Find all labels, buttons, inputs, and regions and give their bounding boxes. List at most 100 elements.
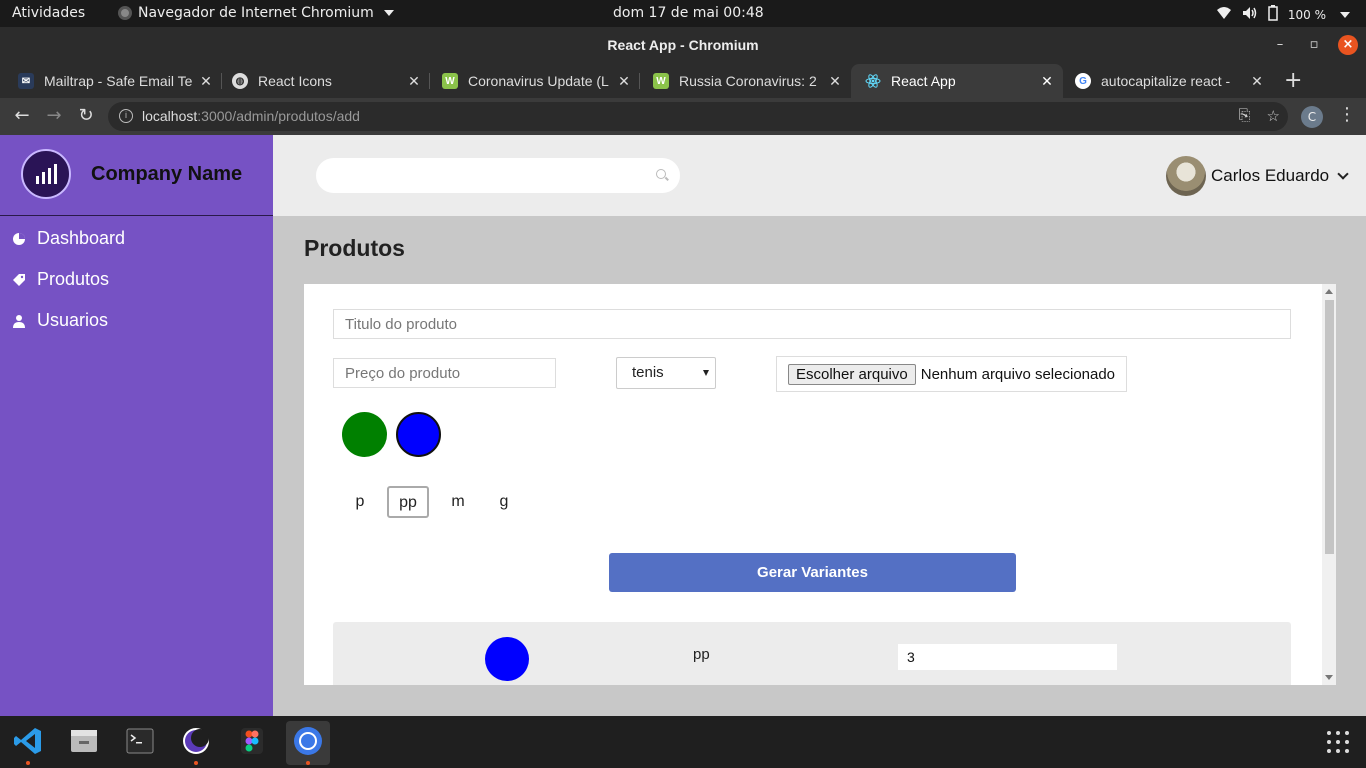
tab-label: Mailtrap - Safe Email Te	[44, 73, 193, 89]
volume-icon	[1242, 6, 1258, 23]
dock-files[interactable]	[62, 721, 106, 765]
user-icon	[12, 314, 26, 328]
size-option-pp[interactable]: pp	[387, 486, 429, 518]
system-top-bar: Atividades Navegador de Internet Chromiu…	[0, 0, 1366, 27]
file-input[interactable]: Escolher arquivo Nenhum arquivo selecion…	[776, 356, 1127, 392]
brand: Company Name	[0, 135, 273, 216]
battery-percent: 100 %	[1287, 7, 1326, 22]
close-icon[interactable]: ✕	[404, 73, 424, 90]
dock-app-purple[interactable]	[174, 721, 218, 765]
variant-color-swatch	[485, 637, 529, 681]
choose-file-button[interactable]: Escolher arquivo	[788, 363, 916, 385]
size-option-g[interactable]: g	[493, 487, 515, 519]
color-swatch-green[interactable]	[342, 412, 387, 457]
variant-row: pp 3	[333, 622, 1291, 685]
variant-size: pp	[693, 646, 710, 663]
page-title: Produtos	[304, 235, 405, 261]
close-icon[interactable]: ✕	[1037, 73, 1057, 90]
tab-label: autocapitalize react -	[1101, 73, 1231, 89]
scrollbar-thumb[interactable]	[1325, 300, 1334, 554]
size-option-m[interactable]: m	[446, 487, 470, 519]
files-icon	[69, 726, 99, 760]
category-select[interactable]: tenis	[616, 357, 716, 389]
avatar	[1166, 156, 1206, 196]
card-scrollbar[interactable]	[1322, 284, 1336, 685]
category-selected-value: tenis	[632, 364, 664, 381]
sidebar: Company Name Dashboard Produtos Usuarios	[0, 135, 273, 716]
sidebar-item-produtos[interactable]: Produtos	[0, 259, 273, 300]
tag-icon	[12, 273, 26, 287]
file-status: Nenhum arquivo selecionado	[920, 365, 1116, 383]
mailtrap-icon: ✉	[18, 73, 34, 89]
tab-label: React App	[891, 73, 956, 89]
tab-russia-coronavirus[interactable]: W Russia Coronavirus: 2 ✕	[639, 64, 851, 98]
wifi-icon	[1216, 6, 1232, 23]
globe-icon: ◍	[232, 73, 248, 89]
search-input[interactable]	[330, 158, 650, 193]
tab-mailtrap[interactable]: ✉ Mailtrap - Safe Email Te ✕	[4, 64, 222, 98]
url-text[interactable]: localhost:3000/admin/produtos/add	[142, 108, 360, 124]
vscode-icon	[13, 726, 43, 760]
worldometer-icon: W	[442, 73, 458, 89]
bookmark-star-icon[interactable]: ☆	[1267, 107, 1280, 125]
forward-button[interactable]: →	[42, 104, 66, 128]
product-title-input[interactable]	[333, 309, 1291, 339]
search-icon[interactable]	[656, 169, 666, 179]
tab-google-search[interactable]: G autocapitalize react - ✕	[1061, 64, 1273, 98]
close-icon[interactable]: ✕	[614, 73, 634, 90]
react-icon	[865, 73, 881, 89]
sidebar-item-label: Usuarios	[37, 310, 109, 330]
system-tray[interactable]: 100 %	[1216, 5, 1350, 24]
sidebar-item-label: Dashboard	[37, 228, 126, 248]
dock-vscode[interactable]	[6, 721, 50, 765]
company-name: Company Name	[91, 163, 243, 185]
sidebar-item-usuarios[interactable]: Usuarios	[0, 300, 273, 341]
close-icon[interactable]: ✕	[825, 73, 845, 90]
chevron-down-icon	[703, 370, 709, 376]
browser-menu-icon[interactable]: ⋮	[1338, 104, 1356, 125]
search-box	[316, 158, 680, 193]
app-menu-label: Navegador de Internet Chromium	[138, 5, 374, 21]
size-option-p[interactable]: p	[349, 487, 371, 519]
back-button[interactable]: ←	[10, 104, 34, 128]
translate-icon[interactable]: ⎘	[1239, 107, 1251, 125]
battery-icon	[1268, 5, 1278, 24]
tab-coronavirus-update[interactable]: W Coronavirus Update (L ✕	[428, 64, 640, 98]
variant-quantity-input[interactable]: 3	[898, 644, 1117, 670]
close-window-button[interactable]: ×	[1338, 35, 1358, 55]
tab-label: Coronavirus Update (L	[468, 73, 609, 89]
window-title-bar: React App - Chromium – ▫ ×	[0, 27, 1366, 64]
close-icon[interactable]: ✕	[1247, 73, 1267, 90]
tab-label: Russia Coronavirus: 2	[679, 73, 817, 89]
sidebar-item-label: Produtos	[37, 269, 110, 289]
product-form-card: tenis Escolher arquivo Nenhum arquivo se…	[304, 284, 1336, 685]
scroll-up-icon[interactable]	[1325, 289, 1333, 294]
tab-react-app[interactable]: React App ✕	[851, 64, 1063, 98]
site-info-icon[interactable]: i	[119, 109, 133, 123]
dock-chromium[interactable]	[286, 721, 330, 765]
address-bar[interactable]: i localhost:3000/admin/produtos/add ⎘ ☆	[108, 102, 1288, 131]
color-swatch-blue[interactable]	[396, 412, 441, 457]
tab-react-icons[interactable]: ◍ React Icons ✕	[218, 64, 430, 98]
sidebar-item-dashboard[interactable]: Dashboard	[0, 218, 273, 259]
app-menu[interactable]: Navegador de Internet Chromium	[118, 5, 394, 21]
dock-figma[interactable]	[230, 721, 274, 765]
clock[interactable]: dom 17 de mai 00:48	[613, 5, 764, 21]
close-icon[interactable]: ✕	[196, 73, 216, 90]
generate-variants-button[interactable]: Gerar Variantes	[609, 553, 1016, 592]
url-host: localhost	[142, 108, 198, 124]
running-indicator	[26, 761, 30, 765]
new-tab-button[interactable]: +	[1284, 68, 1302, 93]
user-menu[interactable]: Carlos Eduardo	[1166, 156, 1349, 196]
show-applications-icon[interactable]	[1327, 731, 1349, 753]
reload-button[interactable]: ↻	[74, 104, 98, 128]
profile-avatar[interactable]: C	[1301, 106, 1323, 128]
dock-terminal[interactable]	[118, 721, 162, 765]
terminal-icon	[125, 726, 155, 760]
chevron-down-icon	[1337, 167, 1349, 180]
activities-button[interactable]: Atividades	[12, 5, 85, 21]
product-price-input[interactable]	[333, 358, 556, 388]
minimize-button[interactable]: –	[1270, 35, 1290, 55]
scroll-down-icon[interactable]	[1325, 675, 1333, 680]
maximize-button[interactable]: ▫	[1304, 35, 1324, 55]
